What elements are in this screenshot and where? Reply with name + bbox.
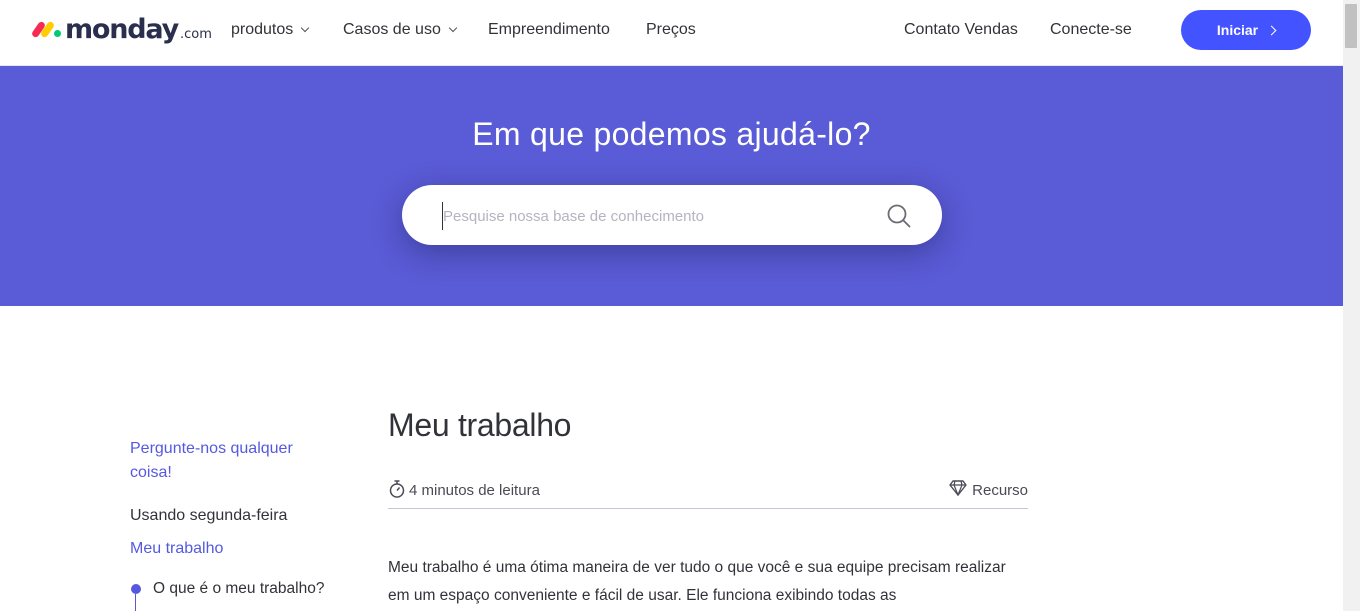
chevron-right-icon bbox=[1266, 25, 1277, 35]
article-paragraph: Meu trabalho é uma ótima maneira de ver … bbox=[388, 559, 1006, 604]
monday-logo-icon bbox=[30, 20, 62, 40]
nav-item-precos[interactable]: Preços bbox=[646, 0, 696, 60]
nav-label: Casos de uso bbox=[343, 21, 441, 38]
nav-item-produtos[interactable]: produtos bbox=[231, 0, 310, 60]
nav-contato-vendas[interactable]: Contato Vendas bbox=[904, 0, 1018, 60]
nav-label: Preços bbox=[646, 21, 696, 38]
diamond-icon bbox=[949, 479, 967, 496]
sidebar-ask-link[interactable]: Pergunte-nos qualquer coisa! bbox=[130, 437, 330, 485]
nav-label: produtos bbox=[231, 21, 294, 38]
nav-label: Empreendimento bbox=[488, 21, 610, 38]
page-scrollbar[interactable] bbox=[1343, 0, 1360, 611]
hero-title: Em que podemos ajudá-lo? bbox=[472, 116, 871, 152]
iniciar-label: Iniciar bbox=[1216, 22, 1259, 38]
logo-wordmark: monday bbox=[65, 14, 179, 45]
search-input[interactable] bbox=[442, 202, 865, 230]
nav-item-casos-de-uso[interactable]: Casos de uso bbox=[343, 0, 458, 60]
article-title: Meu trabalho bbox=[388, 407, 572, 443]
stopwatch-icon bbox=[389, 479, 405, 498]
logo-suffix: .com bbox=[180, 27, 212, 42]
read-time-label: 4 minutos de leitura bbox=[409, 482, 540, 499]
article-meta: 4 minutos de leitura Recurso bbox=[388, 477, 1028, 509]
sidebar-item-meu-trabalho[interactable]: Meu trabalho bbox=[130, 537, 223, 561]
iniciar-button[interactable]: Iniciar bbox=[1181, 10, 1311, 50]
nav-label: Conecte-se bbox=[1050, 21, 1132, 38]
nav-item-empreendimento[interactable]: Empreendimento bbox=[488, 0, 610, 60]
chevron-down-icon bbox=[448, 23, 458, 33]
chevron-down-icon bbox=[301, 23, 310, 33]
nav-label: Contato Vendas bbox=[904, 21, 1018, 38]
toc-active-dot bbox=[131, 584, 141, 594]
knowledge-search-box bbox=[402, 185, 942, 245]
nav-conecte-se[interactable]: Conecte-se bbox=[1050, 0, 1132, 60]
toc-item-o-que-e[interactable]: O que é o meu trabalho? bbox=[153, 577, 324, 601]
hero-banner: Em que podemos ajudá-lo? bbox=[0, 66, 1343, 306]
toc-line bbox=[135, 594, 136, 611]
resource-label: Recurso bbox=[972, 482, 1028, 499]
top-navbar: monday .com produtos Casos de uso Empree… bbox=[0, 0, 1343, 66]
monday-logo[interactable]: monday .com bbox=[30, 14, 212, 46]
sidebar-section-usando[interactable]: Usando segunda-feira bbox=[130, 504, 287, 528]
resource-tag: Recurso bbox=[949, 479, 1028, 499]
scrollbar-thumb[interactable] bbox=[1345, 4, 1357, 48]
page: monday .com produtos Casos de uso Empree… bbox=[0, 0, 1343, 611]
read-time: 4 minutos de leitura bbox=[388, 479, 540, 499]
search-icon[interactable] bbox=[886, 203, 912, 229]
